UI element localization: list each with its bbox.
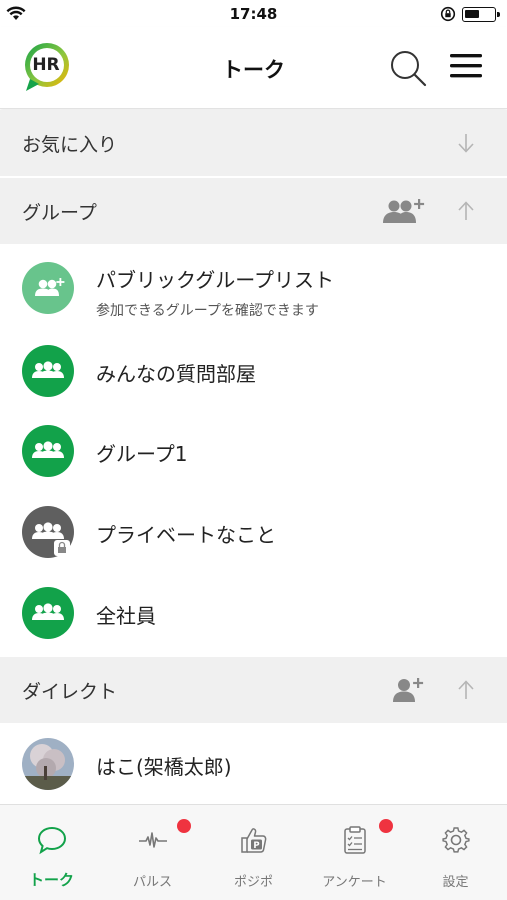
gear-icon: [442, 827, 470, 853]
group-row[interactable]: みんなの質問部屋: [0, 331, 507, 411]
add-user-icon[interactable]: [392, 677, 426, 703]
row-title: みんなの質問部屋: [96, 362, 256, 386]
section-direct[interactable]: ダイレクト: [0, 657, 507, 723]
chat-bubble-icon: [37, 826, 67, 855]
add-group-icon[interactable]: [380, 198, 426, 224]
tab-label: アンケート: [322, 875, 387, 890]
battery-icon: [462, 7, 500, 22]
tab-survey[interactable]: アンケート: [304, 805, 405, 900]
tab-label: 設定: [442, 875, 469, 890]
group-row[interactable]: グループ1: [0, 411, 507, 491]
app-header: HR トーク: [0, 27, 507, 109]
row-subtitle: 参加できるグループを確認できます: [96, 303, 319, 319]
tab-pojipo[interactable]: P ポジポ: [203, 805, 304, 900]
add-group-avatar-icon: [22, 262, 74, 314]
notification-badge: [379, 819, 393, 833]
public-group-list-row[interactable]: パブリックグループリスト 参加できるグループを確認できます: [0, 248, 507, 328]
arrow-down-icon[interactable]: [457, 132, 475, 154]
user-avatar: [22, 738, 74, 790]
rotation-lock-icon: [440, 6, 456, 22]
group-row[interactable]: プライベートなこと: [0, 492, 507, 572]
search-icon: [391, 51, 427, 87]
row-title: プライベートなこと: [96, 523, 276, 547]
page-title: トーク: [222, 58, 285, 82]
svg-text:P: P: [253, 841, 259, 851]
tab-settings[interactable]: 設定: [405, 805, 506, 900]
arrow-up-icon[interactable]: [457, 679, 475, 701]
notification-badge: [177, 819, 191, 833]
private-group-avatar-icon: [22, 506, 74, 558]
menu-button[interactable]: [448, 50, 486, 84]
group-avatar-icon: [22, 587, 74, 639]
status-bar: 17:48: [0, 0, 507, 27]
tab-talk[interactable]: トーク: [1, 805, 102, 900]
tab-pulse[interactable]: パルス: [102, 805, 203, 900]
tab-label: ポジポ: [233, 875, 273, 890]
row-title: グループ1: [96, 442, 188, 466]
section-label: ダイレクト: [22, 681, 118, 703]
search-button[interactable]: [388, 48, 428, 88]
section-groups[interactable]: グループ: [0, 178, 507, 244]
arrow-up-icon[interactable]: [457, 200, 475, 222]
clipboard-icon: [344, 826, 366, 854]
row-title: はこ(架橋太郎): [96, 755, 232, 779]
row-title: 全社員: [96, 604, 156, 628]
group-avatar-icon: [22, 425, 74, 477]
tab-label: パルス: [132, 875, 172, 890]
section-favorites[interactable]: お気に入り: [0, 110, 507, 176]
tab-label: トーク: [28, 871, 74, 889]
status-time: 17:48: [229, 5, 278, 23]
pulse-icon: [139, 832, 167, 848]
section-label: グループ: [22, 202, 97, 224]
thumbs-up-p-icon: P: [241, 828, 267, 853]
section-label: お気に入り: [22, 134, 118, 156]
group-avatar-icon: [22, 345, 74, 397]
tab-bar: トーク パルス P ポジポ アンケート 設定: [0, 804, 507, 900]
group-row[interactable]: 全社員: [0, 573, 507, 653]
hamburger-menu-icon: [450, 54, 482, 78]
direct-row[interactable]: はこ(架橋太郎): [0, 724, 507, 804]
row-title: パブリックグループリスト: [96, 268, 334, 292]
